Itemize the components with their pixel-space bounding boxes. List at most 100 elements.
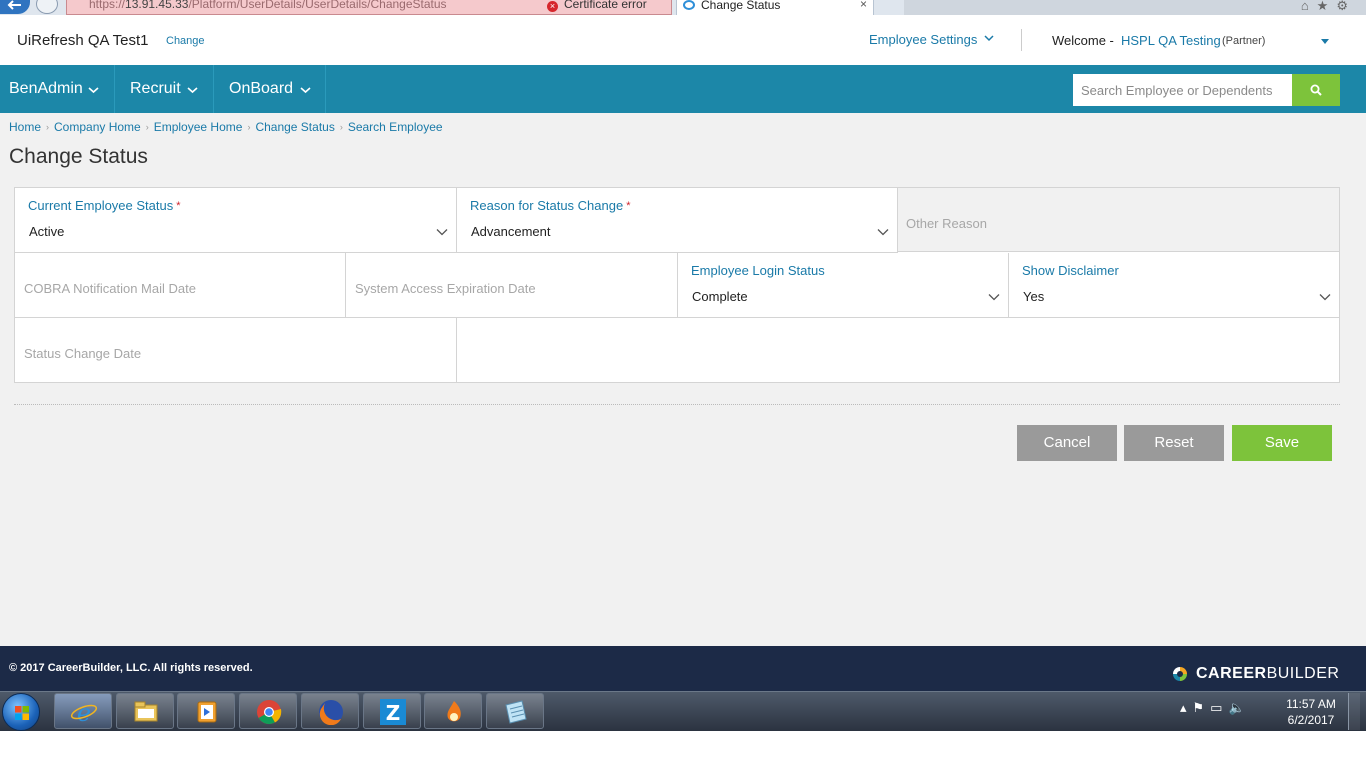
user-role: (Partner) [1222,35,1266,47]
ie-tab-icon [683,0,695,10]
back-arrow-icon [7,0,21,10]
browser-toolbar: https://13.91.45.33/Platform/UserDetails… [0,0,1366,15]
current-status-select[interactable]: Current Employee Status * Active [15,188,457,253]
employee-settings-menu[interactable]: Employee Settings [869,32,977,47]
chevron-down-icon [187,87,198,94]
breadcrumb-employee-home[interactable]: Employee Home [154,120,243,134]
login-status-select[interactable]: Employee Login Status Complete [678,253,1009,318]
field-value: Complete [692,289,748,304]
bottom-blank-area [0,731,1366,768]
breadcrumb-change-status[interactable]: Change Status [255,120,334,134]
nav-item-label: BenAdmin [9,80,83,97]
other-reason-field: Other Reason [898,188,1339,252]
nav-item-onboard[interactable]: OnBoard [214,65,326,113]
system-access-date-field[interactable]: System Access Expiration Date [346,253,678,318]
nav-item-benadmin[interactable]: BenAdmin [0,65,115,113]
media-player-icon [197,701,217,723]
flame-icon [447,701,461,722]
internet-explorer-icon: e [70,699,98,725]
tab-title: Change Status [701,0,781,12]
reset-button[interactable]: Reset [1124,425,1224,461]
search-icon [1310,84,1322,96]
taskbar-explorer[interactable] [116,693,174,729]
cobra-date-field[interactable]: COBRA Notification Mail Date [15,253,346,318]
cancel-button[interactable]: Cancel [1017,425,1117,461]
required-marker: * [176,200,181,212]
breadcrumb-company-home[interactable]: Company Home [54,120,141,134]
screen: https://13.91.45.33/Platform/UserDetails… [0,0,1366,768]
browser-tool-icons[interactable]: ⌂★⚙ [1301,0,1356,14]
form-divider [14,404,1340,405]
certificate-error[interactable]: × Certificate error [547,0,647,12]
change-company-link[interactable]: Change [166,35,205,47]
folder-icon [134,701,158,722]
taskbar-media[interactable] [177,693,235,729]
browser-forward-button[interactable] [36,0,58,14]
browser-tab[interactable]: Change Status × [676,0,874,15]
reason-select[interactable]: Reason for Status Change * Advancement [457,188,898,253]
careerbuilder-logo-icon [1173,667,1187,681]
breadcrumb-separator-icon: › [339,122,343,132]
save-button[interactable]: Save [1232,425,1332,461]
breadcrumb-search-employee[interactable]: Search Employee [348,120,443,134]
careerbuilder-logo: CAREERBUILDER [1196,665,1340,682]
page-title: Change Status [9,145,148,168]
svg-text:e: e [77,699,91,725]
caret-down-icon[interactable] [1321,39,1329,44]
field-value: Active [29,224,65,239]
required-marker: * [626,200,631,212]
taskbar-chrome[interactable] [239,693,297,729]
field-label: Show Disclaimer [1022,263,1119,278]
breadcrumb-home[interactable]: Home [9,120,41,134]
address-url: https://13.91.45.33/Platform/UserDetails… [89,0,447,11]
clock-time[interactable]: 11:57 AM [1282,697,1340,711]
chevron-down-icon [988,294,1000,301]
show-desktop-button[interactable] [1348,693,1360,730]
header-divider [1021,29,1022,51]
address-bar[interactable]: https://13.91.45.33/Platform/UserDetails… [66,0,672,15]
chevron-down-icon [88,87,99,94]
tab-close-icon[interactable]: × [860,0,867,11]
field-value: Yes [1023,289,1045,304]
browser-back-button[interactable] [0,0,30,14]
page-footer: © 2017 CareerBuilder, LLC. All rights re… [0,646,1366,691]
chevron-down-icon [300,87,311,94]
field-value: Advancement [471,224,551,239]
field-placeholder: COBRA Notification Mail Date [24,281,196,296]
field-placeholder: Status Change Date [24,346,142,361]
chevron-down-icon [877,229,889,236]
user-name-link[interactable]: HSPL QA Testing [1121,33,1221,48]
copyright-text: © 2017 CareerBuilder, LLC. All rights re… [9,662,253,674]
svg-text:Z: Z [386,701,401,725]
taskbar-flame-app[interactable] [424,693,482,729]
app-header: UiRefresh QA Test1 Change Employee Setti… [0,15,1366,65]
start-button[interactable] [2,693,40,731]
nav-item-label: OnBoard [229,80,294,97]
main-content: Home › Company Home › Employee Home › Change S… [0,113,1366,646]
chevron-down-icon[interactable] [984,34,994,42]
notepad-icon [505,700,527,724]
show-disclaimer-select[interactable]: Show Disclaimer Yes [1009,253,1339,318]
nav-item-recruit[interactable]: Recruit [115,65,214,113]
taskbar-firefox[interactable] [301,693,359,729]
field-placeholder: Other Reason [906,216,987,231]
field-label: Reason for Status Change * [470,198,631,213]
taskbar-zoom[interactable]: Z [363,693,421,729]
browser-toolbar-right: ⌂★⚙ [904,0,1366,15]
system-tray[interactable]: ▴⚑▭🔈 [1180,700,1251,716]
change-status-form: Current Employee Status * Active Reason f… [14,187,1340,383]
clock-date[interactable]: 6/2/2017 [1282,713,1340,727]
taskbar-notepad[interactable] [486,693,544,729]
os-taskbar: e Z ▴⚑▭🔈 11:57 AM 6/2/2017 [0,691,1366,731]
taskbar-ie[interactable]: e [54,693,112,729]
company-name: UiRefresh QA Test1 [17,32,149,49]
windows-logo-icon [15,706,29,720]
status-change-date-field[interactable]: Status Change Date [15,318,457,382]
chevron-down-icon [436,229,448,236]
search-input[interactable] [1073,74,1293,106]
error-icon: × [547,1,558,12]
search-button[interactable] [1292,74,1340,106]
welcome-text: Welcome - [1052,33,1114,48]
firefox-icon [319,700,343,725]
main-nav: BenAdmin Recruit OnBoard [0,65,1366,113]
